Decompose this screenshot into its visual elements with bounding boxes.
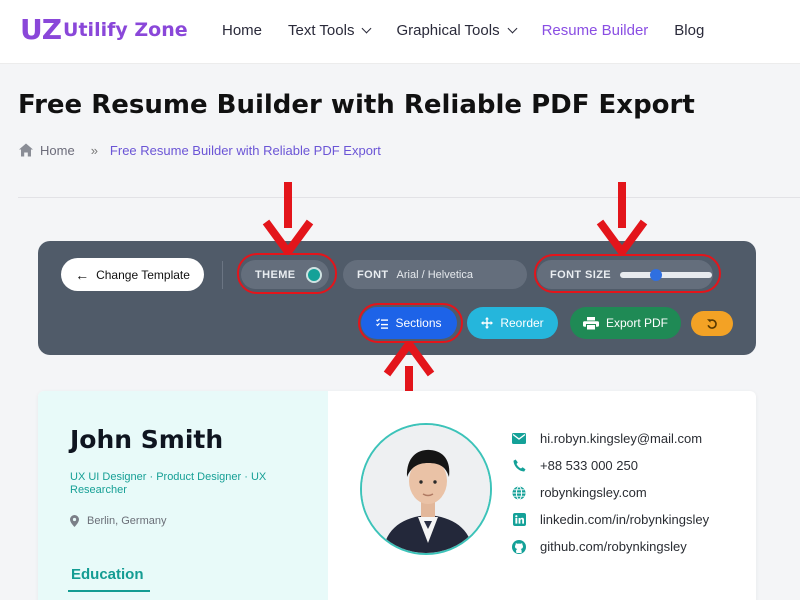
nav-text-tools-label: Text Tools (288, 22, 355, 39)
contact-github[interactable]: github.com/robynkingsley (512, 533, 709, 560)
font-value: Arial / Helvetica (396, 268, 473, 281)
nav-blog[interactable]: Blog (674, 22, 704, 39)
contact-website[interactable]: robynkingsley.com (512, 479, 709, 506)
breadcrumb-current: Free Resume Builder with Reliable PDF Ex… (109, 142, 381, 158)
github-icon (512, 539, 526, 554)
move-icon (481, 317, 494, 329)
breadcrumb-separator: » (90, 142, 98, 158)
divider (18, 197, 800, 198)
arrow-left-icon: ← (75, 266, 90, 283)
reorder-button[interactable]: Reorder (467, 307, 558, 339)
site-header: UZ Utilify Zone Home Text Tools Graphica… (0, 0, 800, 64)
font-label: FONT (357, 268, 389, 281)
education-heading: Education (71, 566, 144, 583)
contact-linkedin[interactable]: linkedin.com/in/robynkingsley (512, 506, 709, 533)
contact-list: hi.robyn.kingsley@mail.com +88 533 000 2… (512, 425, 709, 560)
breadcrumb-home[interactable]: Home (40, 143, 75, 158)
annotation-ring-theme (237, 253, 337, 294)
nav-resume-builder[interactable]: Resume Builder (542, 22, 649, 39)
nav-text-tools[interactable]: Text Tools (288, 22, 372, 39)
printer-icon (582, 316, 599, 330)
contact-email-text: hi.robyn.kingsley@mail.com (540, 431, 703, 446)
change-template-label: Change Template (96, 267, 190, 282)
reorder-label: Reorder (500, 316, 544, 330)
nav-resume-builder-label: Resume Builder (541, 22, 649, 39)
chevron-down-icon (362, 23, 372, 34)
change-template-button[interactable]: ← Change Template (61, 258, 204, 291)
logo-text: Utilify Zone (63, 19, 188, 41)
phone-icon (512, 459, 526, 473)
nav-graphical-tools[interactable]: Graphical Tools (396, 22, 518, 39)
linkedin-icon (512, 513, 526, 527)
contact-email[interactable]: hi.robyn.kingsley@mail.com (512, 425, 709, 452)
annotation-arrow-font-size (596, 182, 648, 254)
education-underline (68, 590, 150, 592)
annotation-ring-sections (358, 303, 463, 343)
main-nav: Home Text Tools Graphical Tools Resume B… (222, 22, 730, 39)
contact-website-text: robynkingsley.com (540, 485, 647, 500)
globe-icon (512, 485, 526, 500)
nav-home[interactable]: Home (222, 22, 262, 39)
toolbar-divider (222, 261, 223, 289)
resume-preview: John Smith UX UI Designer · Product Desi… (38, 391, 756, 600)
home-icon (19, 143, 33, 157)
page-title: Free Resume Builder with Reliable PDF Ex… (18, 90, 695, 120)
reset-button[interactable] (691, 311, 733, 336)
breadcrumb: Home » Free Resume Builder with Reliable… (18, 142, 381, 158)
resume-sidebar: John Smith UX UI Designer · Product Desi… (38, 391, 328, 600)
site-logo[interactable]: UZ Utilify Zone (20, 14, 188, 46)
export-pdf-button[interactable]: Export PDF (570, 307, 681, 339)
undo-icon (707, 318, 717, 329)
contact-github-text: github.com/robynkingsley (540, 539, 687, 554)
resume-name: John Smith (70, 425, 224, 454)
mail-icon (512, 432, 526, 446)
font-select[interactable]: FONT Arial / Helvetica (343, 260, 527, 289)
contact-phone[interactable]: +88 533 000 250 (512, 452, 709, 479)
nav-home-label: Home (222, 22, 263, 39)
logo-mark: UZ (20, 13, 62, 46)
contact-phone-text: +88 533 000 250 (540, 458, 638, 473)
chevron-down-icon (507, 23, 518, 34)
resume-location-text: Berlin, Germany (87, 515, 167, 527)
export-pdf-label: Export PDF (605, 316, 668, 330)
nav-blog-label: Blog (674, 22, 705, 39)
profile-photo-illustration (362, 425, 490, 553)
nav-graphical-tools-label: Graphical Tools (396, 22, 500, 39)
resume-role: UX UI Designer · Product Designer · UX R… (70, 471, 267, 496)
contact-linkedin-text: linkedin.com/in/robynkingsley (540, 512, 710, 527)
map-pin-icon (70, 515, 79, 527)
profile-photo (360, 423, 492, 555)
annotation-ring-font-size (534, 254, 721, 293)
annotation-arrow-theme (262, 182, 314, 254)
resume-location: Berlin, Germany (70, 515, 166, 527)
